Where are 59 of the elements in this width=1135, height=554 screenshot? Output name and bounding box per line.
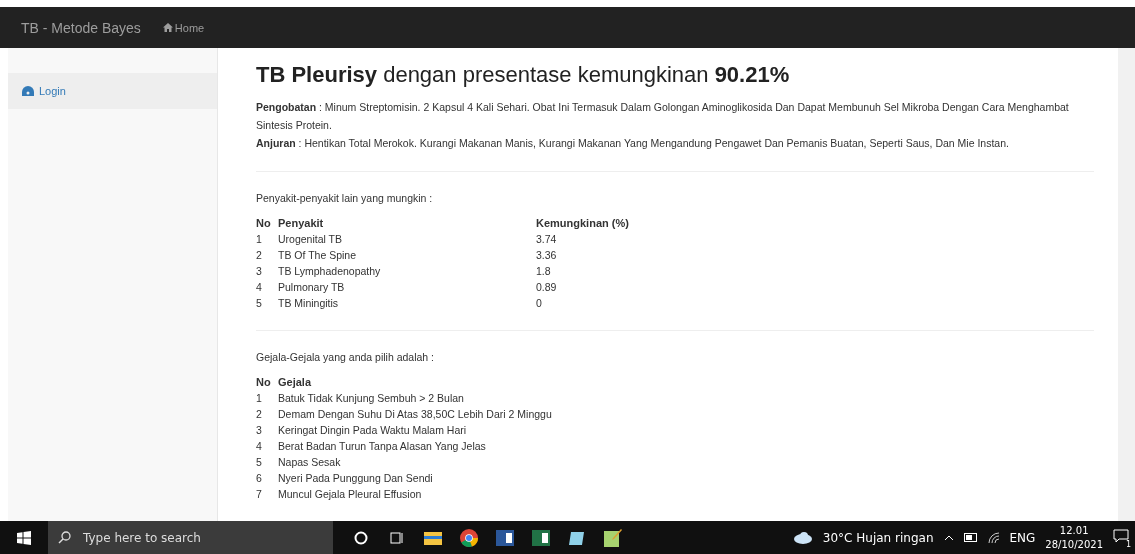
chrome-icon[interactable] (460, 528, 478, 547)
table-cell-text: 5 (256, 296, 263, 311)
circle-icon[interactable] (354, 530, 368, 545)
table-cell-text: Nyeri Pada Punggung Dan Sendi (278, 471, 434, 486)
task-view-icon[interactable] (390, 530, 404, 545)
table-cell-text: 3.74 (536, 232, 558, 247)
windows-start-icon[interactable] (17, 530, 31, 545)
table-cell-text: 0 (536, 296, 543, 311)
table-cell-text: 0.89 (536, 280, 558, 295)
table-cell-text: 1 (256, 232, 263, 247)
home-icon (162, 23, 173, 32)
table-cell-text: 3.36 (536, 248, 558, 263)
search-field[interactable]: Type here to search (48, 521, 333, 554)
table-cell-text: TB Of The Spine (278, 248, 357, 263)
column-header: Penyakit (278, 216, 325, 231)
table-cell-text: 7 (256, 487, 263, 502)
editor-icon[interactable] (604, 528, 622, 547)
column-header: No (256, 375, 272, 390)
table-cell-text: Urogenital TB (278, 232, 343, 247)
folder-icon[interactable] (424, 530, 442, 545)
table-cell-text: 3 (256, 423, 263, 438)
table-cell-text: Napas Sesak (278, 455, 342, 470)
table-cell-text: Muncul Gejala Pleural Effusion (278, 487, 423, 502)
battery-icon[interactable] (963, 533, 978, 542)
table-cell-text: 2 (256, 407, 263, 422)
table-cell-text: Keringat Dingin Pada Waktu Malam Hari (278, 423, 468, 438)
table-cell-text: 6 (256, 471, 263, 486)
result-paragraph: Anjuran : Hentikan Total Merokok. Kurangi Makanan Manis, Kurangi Makanan Yang Mengandung Pengawet Dan Pemanis Buatan, Seperti Saus, Dan Mie Instan. (256, 137, 1009, 149)
result-heading: TB Pleurisy dengan presentase kemungkinan 90.21% (256, 62, 790, 87)
result-paragraph: Pengobatan : Minum Streptomisin. 2 Kapsul 4 Kali Sehari. Obat Ini Termasuk Dalam Golongan Aminoglikosida Dan Dapat Membunuh Sel Mikroba Dengan Cara Menghambat Sintesis Protein. (256, 101, 1069, 131)
table-cell-text: TB Miningitis (278, 296, 340, 311)
cloud-icon (792, 531, 813, 544)
table-cell-text: 4 (256, 280, 263, 295)
language-indicator[interactable]: ENG (1009, 530, 1036, 545)
column-header: Gejala (278, 375, 313, 390)
section-intro: Penyakit-penyakit lain yang mungkin : (256, 192, 434, 204)
dashboard-icon (22, 86, 34, 96)
table-cell-text: 1 (256, 391, 263, 406)
brand-title[interactable]: TB - Metode Bayes (21, 19, 141, 36)
section-intro: Gejala-Gejala yang anda pilih adalah : (256, 351, 436, 363)
chevron-up-icon[interactable] (943, 534, 954, 541)
table-cell-text: TB Lymphadenopathy (278, 264, 382, 279)
clock[interactable]: 12.01 28/10/2021 (1045, 523, 1103, 552)
sidebar-item[interactable]: Login (8, 73, 217, 109)
nav-link[interactable]: Home (162, 21, 205, 34)
column-header: Kemungkinan (%) (536, 216, 630, 231)
table-cell-text: 2 (256, 248, 263, 263)
table-cell-text: Demam Dengan Suhu Di Atas 38,50C Lebih Dari 2 Minggu (278, 407, 553, 422)
table-cell-text: Batuk Tidak Kunjung Sembuh > 2 Bulan (278, 391, 465, 406)
table-cell-text: 4 (256, 439, 263, 454)
wifi-icon[interactable] (987, 531, 1000, 544)
weather-text: 30°C Hujan ringan (822, 530, 934, 545)
table-cell-text: 1.8 (536, 264, 552, 279)
column-header: No (256, 216, 272, 231)
search-icon (58, 531, 71, 544)
table-cell-text: Pulmonary TB (278, 280, 346, 295)
table-cell-text: 3 (256, 264, 263, 279)
table-cell-text: Berat Badan Turun Tanpa Alasan Yang Jelas (278, 439, 487, 454)
table-cell-text: 5 (256, 455, 263, 470)
